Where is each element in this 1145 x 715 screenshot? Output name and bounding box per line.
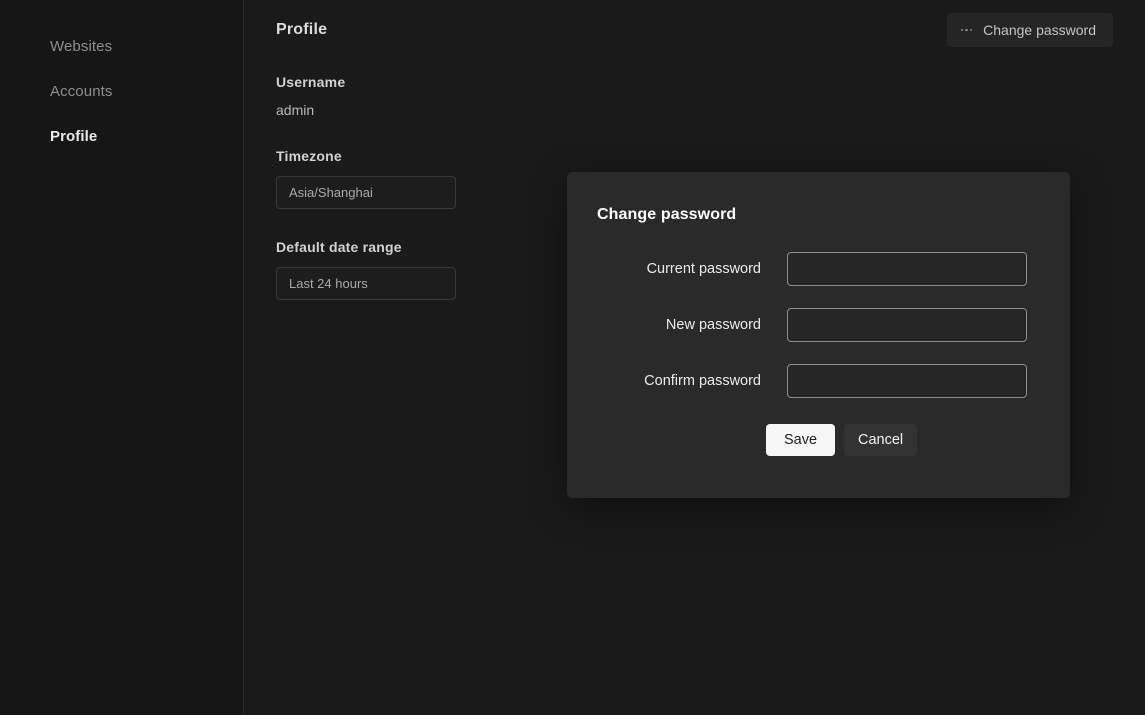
confirm-password-row: Confirm password bbox=[597, 364, 1040, 398]
sidebar-item-profile[interactable]: Profile bbox=[0, 114, 243, 159]
sidebar-nav: Websites Accounts Profile bbox=[0, 0, 244, 715]
new-password-row: New password bbox=[597, 308, 1040, 342]
modal-actions: Save Cancel bbox=[597, 424, 1040, 456]
confirm-password-label: Confirm password bbox=[644, 373, 761, 389]
app-root: Websites Accounts Profile Profile Change… bbox=[0, 0, 1145, 715]
current-password-row: Current password bbox=[597, 252, 1040, 286]
save-button[interactable]: Save bbox=[766, 424, 835, 456]
sidebar-item-label: Websites bbox=[50, 38, 113, 55]
current-password-label: Current password bbox=[646, 261, 761, 277]
new-password-label: New password bbox=[665, 317, 761, 333]
new-password-input[interactable] bbox=[787, 308, 1027, 342]
sidebar-item-websites[interactable]: Websites bbox=[0, 24, 243, 69]
modal-title: Change password bbox=[597, 206, 737, 223]
modal-overlay: Change password Current password New pas… bbox=[244, 0, 1145, 715]
sidebar-item-label: Accounts bbox=[50, 83, 113, 100]
main-content: Profile Change password Username admin T… bbox=[244, 0, 1145, 715]
confirm-password-input[interactable] bbox=[787, 364, 1027, 398]
current-password-input[interactable] bbox=[787, 252, 1027, 286]
sidebar-item-accounts[interactable]: Accounts bbox=[0, 69, 243, 114]
sidebar-item-label: Profile bbox=[50, 128, 98, 145]
change-password-modal: Change password Current password New pas… bbox=[567, 172, 1070, 498]
cancel-button[interactable]: Cancel bbox=[844, 424, 918, 456]
